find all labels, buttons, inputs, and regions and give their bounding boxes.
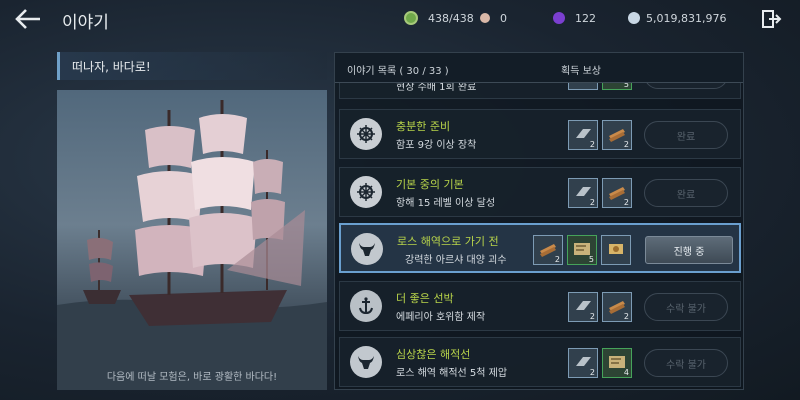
list-item[interactable]: 기본 중의 기본 항해 15 레벨 이상 달성 2 2 완료 [339, 167, 741, 217]
complete-button[interactable] [644, 83, 728, 89]
list-item[interactable]: 충분한 준비 함포 9강 이상 장착 2 2 완료 [339, 109, 741, 159]
silver-resource: 5,019,831,976 [628, 9, 726, 27]
pearl-resource: 0 [480, 9, 507, 27]
reward-plank[interactable]: 2 [533, 235, 563, 265]
unavailable-button[interactable]: 수락 불가 [644, 349, 728, 377]
quest-name: 더 좋은 선박 [396, 292, 454, 305]
reward-count: 5 [588, 255, 594, 264]
back-arrow-icon[interactable] [14, 7, 42, 31]
reward-plank[interactable]: 2 [602, 178, 632, 208]
purple-gem-icon [553, 12, 565, 24]
list-item[interactable]: 더 좋은 선박 에페리아 호위함 제작 2 2 수락 불가 [339, 281, 741, 331]
reward-plank[interactable]: 2 [602, 120, 632, 150]
purple-gem-value: 122 [575, 11, 596, 25]
top-bar: 이야기 438/438 0 122 5,019,831,976 [0, 0, 800, 38]
bull-skull-icon [350, 346, 382, 378]
quest-desc: 항해 15 레벨 이상 달성 [396, 198, 496, 209]
reward-map[interactable]: 5 [602, 83, 632, 90]
reward-count: 2 [623, 140, 629, 149]
pearl-value: 0 [500, 11, 507, 25]
list-item[interactable]: 심상찮은 해적선 로스 해역 해적선 5척 제압 2 4 수락 불가 [339, 337, 741, 387]
reward-steel[interactable]: 2 [568, 120, 598, 150]
reward-count: 2 [554, 255, 560, 264]
reward-plank[interactable]: 2 [602, 292, 632, 322]
reward-steel[interactable] [568, 83, 598, 90]
bull-skull-icon [351, 233, 383, 265]
sailing-ship-illustration [57, 100, 327, 390]
reward-steel[interactable]: 2 [568, 292, 598, 322]
story-list[interactable]: 현상 수배 1회 완료 5 충분한 준비 함포 9강 이상 장착 2 2 완료 [335, 83, 745, 389]
quest-desc: 로스 해역 해적선 5척 제압 [396, 368, 508, 379]
stamina-value: 438/438 [428, 11, 474, 25]
page-title: 이야기 [62, 13, 109, 33]
exit-door-icon[interactable] [760, 8, 782, 30]
stamina-resource: 438/438 [404, 9, 474, 27]
quest-desc: 에페리아 호위함 제작 [396, 312, 486, 323]
list-item-active[interactable]: 로스 해역으로 가기 전 강력한 아르샤 대양 괴수 2 5 진행 중 [339, 223, 741, 273]
quest-name: 심상찮은 해적선 [396, 348, 471, 361]
quest-name: 충분한 준비 [396, 120, 451, 133]
reward-map[interactable]: 5 [567, 235, 597, 265]
quest-name: 기본 중의 기본 [396, 178, 464, 191]
quest-name: 로스 해역으로 가기 전 [397, 235, 499, 248]
complete-button[interactable]: 완료 [644, 179, 728, 207]
unavailable-button[interactable]: 수락 불가 [644, 293, 728, 321]
story-list-panel: 이야기 목록 ( 30 / 33 ) 획득 보상 현상 수배 1회 완료 5 충… [334, 52, 744, 390]
reward-count: 2 [623, 312, 629, 321]
quest-desc: 강력한 아르샤 대양 괴수 [405, 255, 507, 266]
reward-map[interactable]: 4 [602, 348, 632, 378]
reward-count: 2 [589, 198, 595, 207]
in-progress-button[interactable]: 진행 중 [645, 236, 733, 264]
list-item[interactable]: 현상 수배 1회 완료 5 [339, 83, 741, 99]
pearl-icon [480, 13, 490, 23]
purple-gem-resource: 122 [553, 9, 596, 27]
reward-count: 2 [623, 198, 629, 207]
story-caption: 다음에 떠날 모험은, 바로 광활한 바다다! [106, 372, 278, 383]
reward-scroll[interactable] [601, 235, 631, 265]
silver-value: 5,019,831,976 [646, 11, 727, 25]
silver-coin-icon [628, 12, 640, 24]
story-illustration: 다음에 떠날 모험은, 바로 광활한 바다다! [57, 90, 327, 390]
reward-column-label: 획득 보상 [561, 66, 601, 77]
scroll-icon [609, 244, 623, 254]
reward-steel[interactable]: 2 [568, 178, 598, 208]
reward-count: 2 [589, 140, 595, 149]
anchor-icon [350, 290, 382, 322]
complete-button[interactable]: 완료 [644, 121, 728, 149]
reward-count: 4 [623, 368, 629, 377]
quest-desc: 함포 9강 이상 장착 [396, 140, 477, 151]
reward-steel[interactable]: 2 [568, 348, 598, 378]
story-subtitle: 떠나자, 바다로! [57, 52, 327, 80]
list-header: 이야기 목록 ( 30 / 33 ) 획득 보상 [335, 53, 743, 83]
helm-icon [350, 118, 382, 150]
reward-count: 2 [589, 368, 595, 377]
stamina-icon [404, 11, 418, 25]
story-list-count: 이야기 목록 ( 30 / 33 ) [347, 66, 449, 77]
quest-desc: 현상 수배 1회 완료 [396, 83, 477, 93]
helm-icon [350, 176, 382, 208]
story-panel: 떠나자, 바다로! 다음에 떠날 모험은, 바로 광활한 바다다! [57, 52, 327, 390]
reward-count: 2 [589, 312, 595, 321]
